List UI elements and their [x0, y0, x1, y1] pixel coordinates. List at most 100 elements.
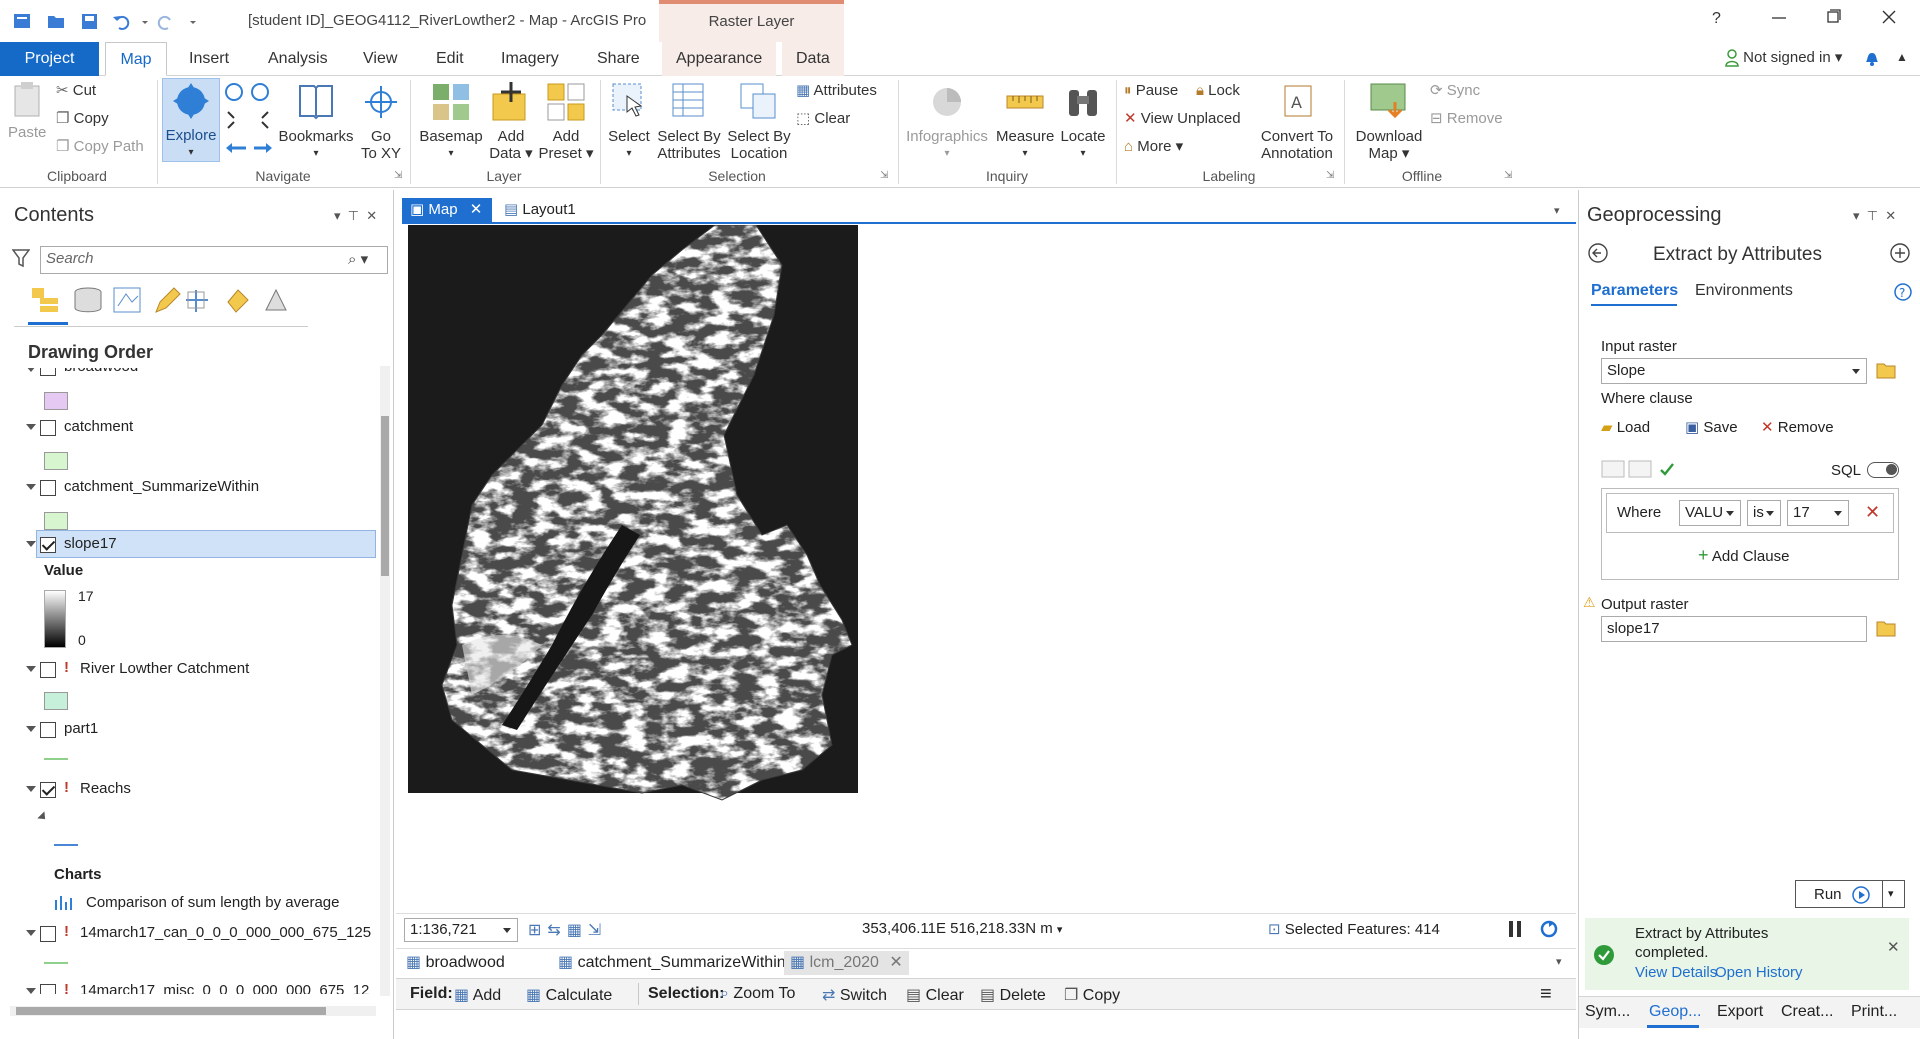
sign-in-status[interactable]: Not signed in ▾: [1725, 48, 1842, 67]
bookmarks-button[interactable]: Bookmarks ▾: [278, 80, 354, 162]
contents-horizontal-scrollbar[interactable]: [10, 1006, 376, 1016]
collapse-ribbon-icon[interactable]: ▲: [1896, 50, 1908, 64]
tab-map-view[interactable]: ▣ Map ✕: [402, 198, 492, 222]
close-window-button[interactable]: [1878, 6, 1900, 28]
close-tab-icon[interactable]: ✕: [470, 201, 483, 218]
remove-offline-button[interactable]: ⊟ Remove: [1430, 110, 1503, 128]
layer-checkbox[interactable]: [40, 984, 56, 994]
clear-selection-table-button[interactable]: ▤ Clear: [906, 985, 964, 1005]
layer-checkbox[interactable]: [40, 782, 56, 798]
measure-button[interactable]: Measure ▾: [996, 80, 1054, 162]
delete-button[interactable]: ▤ Delete: [980, 985, 1046, 1005]
layer-checkbox[interactable]: [40, 537, 56, 553]
tab-share[interactable]: Share: [583, 42, 654, 76]
run-options-icon[interactable]: ▾: [1888, 887, 1894, 900]
contents-search-input[interactable]: Search: [40, 246, 388, 274]
offline-launcher-icon[interactable]: ⇲: [1504, 170, 1512, 181]
tab-edit[interactable]: Edit: [422, 42, 478, 76]
remove-button[interactable]: ✕ Remove: [1761, 418, 1834, 436]
pane-tab-symbology[interactable]: Sym...: [1585, 1003, 1630, 1021]
select-by-attributes-button[interactable]: Select By Attributes: [656, 80, 722, 162]
cut-button[interactable]: ✂ Cut: [56, 82, 96, 100]
search-icon[interactable]: ⌕ ▾: [348, 250, 368, 268]
map-nav-tools[interactable]: ⊞⇆▦⇲: [528, 920, 607, 940]
zoom-to-button[interactable]: ⌕ Zoom To: [720, 985, 795, 1003]
minimize-button[interactable]: [1768, 6, 1790, 28]
table-tab-catchment-summarizewithin[interactable]: ▦ catchment_SummarizeWithin: [558, 951, 786, 975]
expand-arrow-icon[interactable]: [37, 811, 49, 823]
contents-pane-controls[interactable]: ▾ ⊤ ✕: [334, 208, 377, 224]
table-menu-icon[interactable]: ≡: [1540, 983, 1552, 1006]
tab-appearance[interactable]: Appearance: [662, 42, 777, 76]
back-arrow-icon[interactable]: [1587, 242, 1609, 268]
clear-selection-button[interactable]: ⬚ Clear: [796, 110, 850, 128]
refresh-icon[interactable]: [1540, 920, 1558, 942]
tab-analysis[interactable]: Analysis: [254, 42, 342, 76]
tab-insert[interactable]: Insert: [175, 42, 243, 76]
map-canvas[interactable]: [402, 224, 1576, 913]
add-tool-icon[interactable]: [1889, 242, 1911, 268]
save-button[interactable]: ▣ Save: [1685, 418, 1738, 436]
tab-environments[interactable]: Environments: [1695, 282, 1793, 300]
filter-icon[interactable]: [11, 248, 31, 272]
paste-button[interactable]: Paste: [8, 80, 46, 141]
layer-checkbox[interactable]: [40, 662, 56, 678]
go-to-xy-button[interactable]: Go To XY: [358, 80, 404, 162]
help-button[interactable]: ?: [1712, 10, 1721, 28]
tab-parameters[interactable]: Parameters: [1591, 282, 1678, 300]
view-details-link[interactable]: View Details: [1635, 964, 1717, 981]
convert-to-annotation-button[interactable]: A Convert To Annotation: [1254, 80, 1340, 162]
open-history-link[interactable]: Open History: [1715, 964, 1803, 981]
maximize-button[interactable]: [1822, 6, 1844, 28]
browse-folder-icon[interactable]: [1875, 360, 1897, 384]
load-button[interactable]: ▰ Load: [1601, 418, 1650, 436]
layer-checkbox[interactable]: [40, 368, 56, 376]
layer-checkbox[interactable]: [40, 420, 56, 436]
select-by-location-button[interactable]: Select By Location: [726, 80, 792, 162]
select-button[interactable]: Select ▾: [604, 80, 654, 162]
geo-pane-controls[interactable]: ▾ ⊤ ✕: [1853, 208, 1896, 224]
table-tab-lcm-2020[interactable]: ▦ lcm_2020 ✕: [784, 951, 909, 975]
run-button[interactable]: Run ▾: [1795, 880, 1905, 908]
layer-checkbox[interactable]: [40, 480, 56, 496]
add-preset-button[interactable]: Add Preset ▾: [538, 80, 594, 162]
labeling-launcher-icon[interactable]: ⇲: [1326, 170, 1334, 181]
selection-launcher-icon[interactable]: ⇲: [880, 170, 888, 181]
help-circle-icon[interactable]: ?: [1893, 282, 1913, 306]
pause-drawing-button[interactable]: [1508, 920, 1522, 938]
output-raster-input[interactable]: slope17: [1601, 616, 1867, 642]
pane-tab-print[interactable]: Print...: [1851, 1003, 1897, 1021]
tab-view[interactable]: View: [349, 42, 411, 76]
more-labeling-button[interactable]: ⌂ More ▾: [1124, 138, 1183, 156]
download-map-button[interactable]: Download Map ▾: [1352, 80, 1426, 162]
delete-clause-icon[interactable]: ✕: [1865, 502, 1880, 523]
calculate-field-button[interactable]: ▦ Calculate: [526, 985, 612, 1005]
layer-checkbox[interactable]: [40, 926, 56, 942]
pane-tab-geoprocessing[interactable]: Geop...: [1649, 1003, 1701, 1021]
add-data-button[interactable]: Add Data ▾: [486, 80, 536, 162]
table-tab-broadwood[interactable]: ▦ broadwood: [406, 951, 505, 975]
sql-toggle[interactable]: [1867, 462, 1899, 478]
tab-data[interactable]: Data: [782, 42, 844, 76]
tables-overflow-icon[interactable]: ▾: [1556, 955, 1562, 968]
tab-layout1[interactable]: ▤ Layout1: [504, 198, 576, 222]
pause-labeling-button[interactable]: ⏸ Pause: [1124, 82, 1178, 100]
tab-overflow-icon[interactable]: ▾: [1554, 204, 1560, 217]
copy-button[interactable]: ❐ Copy: [56, 110, 109, 128]
clause-field-dropdown[interactable]: VALU: [1679, 500, 1741, 526]
navigate-tools[interactable]: [224, 82, 274, 162]
copy-path-button[interactable]: ❐ Copy Path: [56, 138, 144, 156]
pane-tab-create[interactable]: Creat...: [1781, 1003, 1833, 1021]
add-field-button[interactable]: ▦ Add: [454, 985, 501, 1005]
map-scale-dropdown[interactable]: 1:136,721: [404, 918, 518, 942]
switch-selection-button[interactable]: ⇄ Switch: [822, 985, 887, 1005]
notification-bell-icon[interactable]: [1862, 48, 1882, 72]
add-clause-button[interactable]: + Add Clause: [1698, 545, 1789, 566]
clause-operator-dropdown[interactable]: is: [1747, 500, 1781, 526]
basemap-button[interactable]: Basemap ▾: [418, 80, 484, 162]
view-unplaced-button[interactable]: ✕ View Unplaced: [1124, 110, 1241, 128]
lock-labeling-button[interactable]: 🔒︎ Lock: [1196, 82, 1240, 100]
infographics-button[interactable]: Infographics ▾: [904, 80, 990, 162]
tab-map[interactable]: Map: [105, 42, 167, 76]
clause-value-dropdown[interactable]: 17: [1787, 500, 1849, 526]
